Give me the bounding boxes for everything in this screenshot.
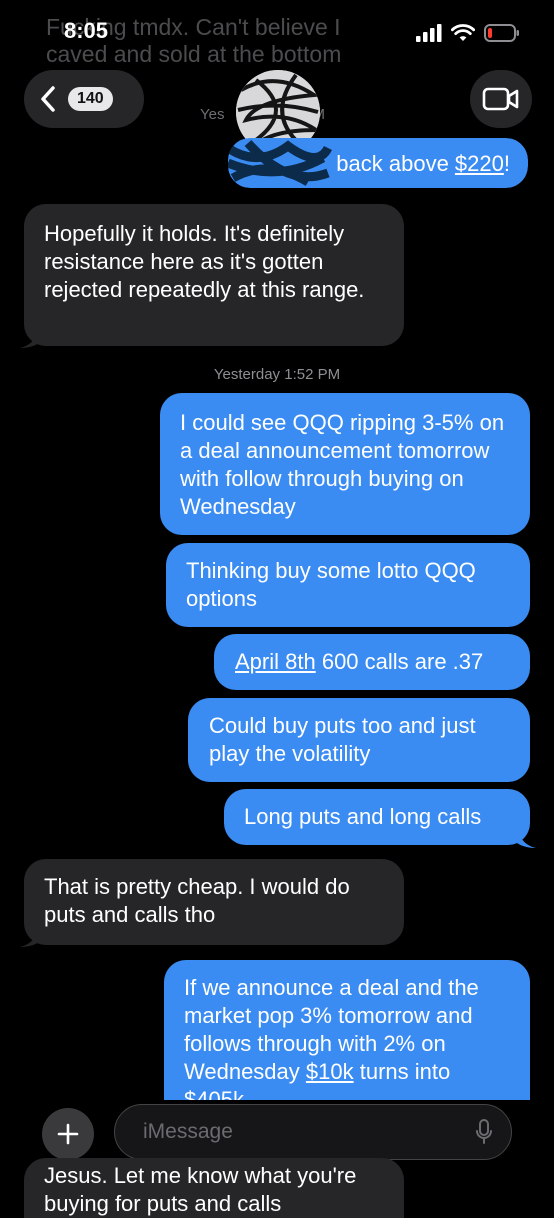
chevron-left-icon [41, 86, 55, 112]
microphone-icon[interactable] [475, 1118, 493, 1146]
message-link[interactable]: $220 [455, 151, 504, 176]
message-text: If we announce a deal and the market pop… [184, 975, 479, 1100]
message-incoming[interactable]: That is pretty cheap. I would do puts an… [24, 859, 404, 945]
message-input-placeholder: iMessage [143, 1120, 233, 1143]
message-outgoing[interactable]: Could buy puts too and just play the vol… [188, 698, 530, 782]
message-text: That is pretty cheap. I would do puts an… [44, 874, 350, 927]
redaction-scribble [228, 139, 333, 186]
message-text: Jesus. Let me know what you're buying fo… [44, 1163, 357, 1216]
message-text: Long puts and long calls [244, 804, 482, 829]
message-outgoing[interactable]: April 8th 600 calls are .37 [214, 634, 530, 690]
wifi-icon [451, 24, 475, 41]
message-incoming[interactable]: Hopefully it holds. It's definitely resi… [24, 204, 404, 346]
message-text: Hopefully it holds. It's definitely resi… [44, 221, 365, 302]
cellular-signal-icon [416, 24, 442, 42]
message-link[interactable]: April 8th [235, 649, 316, 674]
back-button[interactable]: 140 [24, 70, 144, 128]
battery-low-icon [484, 24, 519, 42]
message-incoming[interactable]: Jesus. Let me know what you're buying fo… [24, 1158, 404, 1218]
message-link[interactable]: $10k [306, 1059, 354, 1084]
message-text: April 8th 600 calls are .37 [235, 649, 484, 674]
add-attachment-button[interactable] [42, 1108, 94, 1160]
facetime-video-button[interactable] [470, 70, 532, 128]
status-time: 8:05 [64, 18, 109, 43]
video-camera-icon [482, 87, 519, 111]
message-input[interactable]: iMessage [114, 1104, 512, 1160]
bubble-tail-incoming [20, 925, 44, 947]
unread-count-badge: 140 [68, 87, 113, 111]
message-text: Could buy puts too and just play the vol… [209, 713, 476, 766]
bubble-tail-incoming [20, 326, 44, 348]
bubble-tail-outgoing [512, 826, 536, 848]
message-outgoing[interactable]: I could see QQQ ripping 3-5% on a deal a… [160, 393, 530, 535]
message-outgoing[interactable]: Long puts and long calls [224, 789, 530, 845]
message-text: I could see QQQ ripping 3-5% on a deal a… [180, 410, 505, 519]
message-outgoing[interactable]: back above $220! [228, 138, 528, 188]
plus-icon [57, 1123, 79, 1145]
message-outgoing[interactable]: If we announce a deal and the market pop… [164, 960, 530, 1100]
message-text: Thinking buy some lotto QQQ options [186, 558, 476, 611]
message-text: back above $220! [336, 151, 510, 176]
message-timestamp: Yesterday 1:52 PM [213, 366, 341, 383]
status-icons [416, 24, 520, 42]
message-outgoing[interactable]: Thinking buy some lotto QQQ options [166, 543, 530, 627]
